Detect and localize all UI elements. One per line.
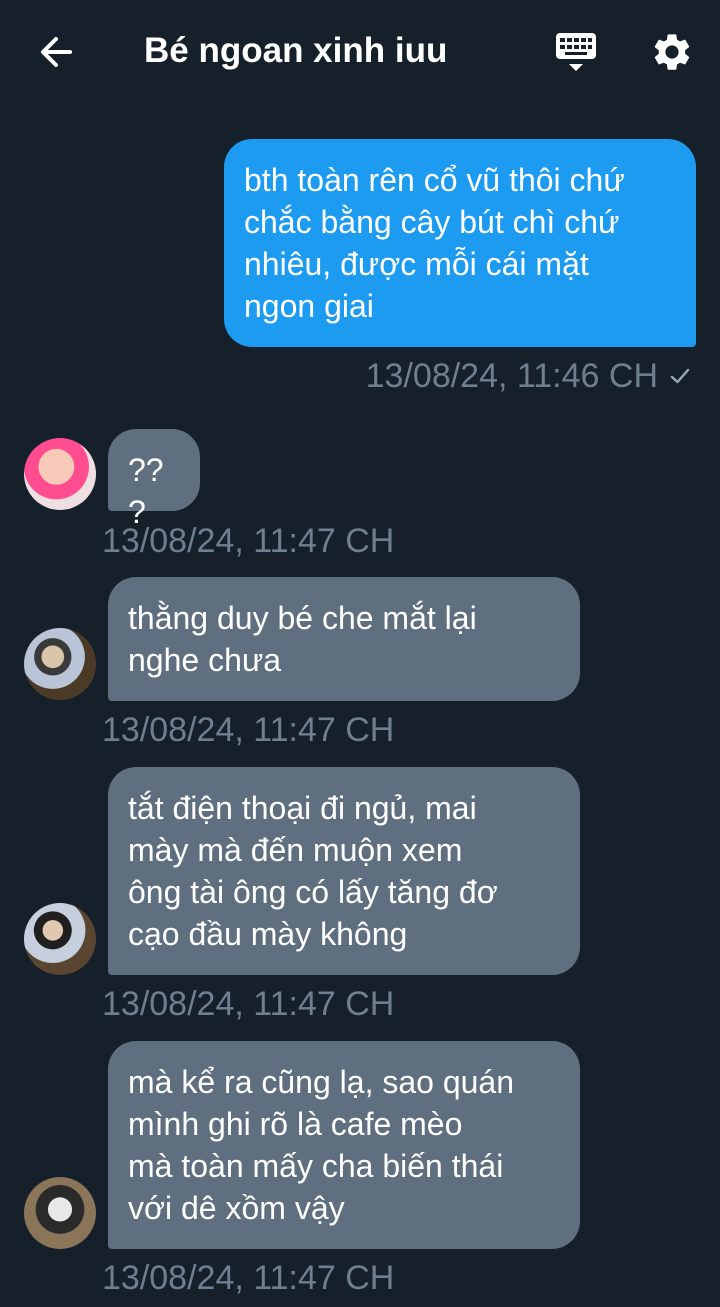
outgoing-message-bubble[interactable]: bth toàn rên cổ vũ thôi chứ chắc bằng câ… [224,139,696,347]
avatar[interactable] [24,628,96,700]
message-timestamp: 13/08/24, 11:47 CH [102,985,395,1023]
chat-header: Bé ngoan xinh iuu [0,0,720,104]
message-timestamp-row: 13/08/24, 11:46 CH [366,356,692,396]
incoming-message-bubble[interactable]: ??? [108,429,200,530]
message-timestamp: 13/08/24, 11:47 CH [102,711,395,749]
message-timestamp: 13/08/24, 11:46 CH [365,357,658,395]
sent-check-icon [668,364,692,388]
back-button[interactable] [30,28,82,76]
incoming-message-bubble[interactable]: thằng duy bé che mắt lại nghe chưa [108,577,580,701]
incoming-message-bubble[interactable]: mà kể ra cũng lạ, sao quán mình ghi rõ l… [108,1041,580,1249]
message-timestamp: 13/08/24, 11:47 CH [102,1259,395,1297]
arrow-left-icon [41,37,72,67]
avatar[interactable] [24,1177,96,1249]
avatar[interactable] [24,438,96,510]
gear-icon [654,34,690,70]
conversation-title: Bé ngoan xinh iuu [144,31,448,70]
avatar[interactable] [24,903,96,975]
incoming-message-bubble[interactable]: tắt điện thoại đi ngủ, mai mày mà đến mu… [108,767,580,975]
settings-button[interactable] [644,24,700,80]
keyboard-button[interactable] [548,26,604,78]
message-timestamp: 13/08/24, 11:47 CH [102,522,395,560]
keyboard-icon [556,33,596,71]
